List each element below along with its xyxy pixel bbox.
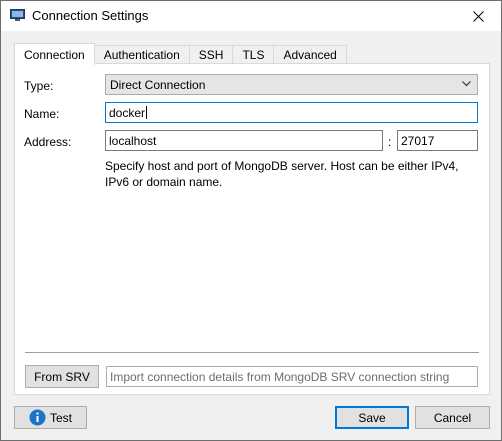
from-srv-button[interactable]: From SRV xyxy=(25,365,99,388)
srv-divider xyxy=(25,352,479,353)
type-select-value: Direct Connection xyxy=(110,77,206,92)
text-caret xyxy=(146,106,148,119)
test-button[interactable]: Test xyxy=(14,406,87,429)
tab-tls[interactable]: TLS xyxy=(232,45,275,64)
close-button[interactable] xyxy=(455,1,501,31)
address-input-value: localhost xyxy=(109,133,157,148)
address-input[interactable]: localhost xyxy=(105,130,383,151)
test-button-label: Test xyxy=(49,410,72,425)
tab-strip: Connection Authentication SSH TLS Advanc… xyxy=(14,43,347,65)
type-select[interactable]: Direct Connection xyxy=(105,74,478,95)
connection-settings-dialog: Connection Settings Connection Authentic… xyxy=(0,0,502,441)
tab-authentication[interactable]: Authentication xyxy=(93,45,190,64)
srv-input-placeholder: Import connection details from MongoDB S… xyxy=(110,369,450,384)
type-label: Type: xyxy=(24,79,54,93)
monitor-icon xyxy=(10,9,25,21)
close-icon xyxy=(472,10,484,22)
address-hint: Specify host and port of MongoDB server.… xyxy=(105,159,459,189)
title-bar: Connection Settings xyxy=(1,1,501,31)
port-separator: : xyxy=(388,135,392,149)
tab-advanced[interactable]: Advanced xyxy=(273,45,347,64)
window-title: Connection Settings xyxy=(32,8,149,23)
name-input-value: docker xyxy=(109,105,146,120)
save-button[interactable]: Save xyxy=(335,406,409,429)
port-input[interactable]: 27017 xyxy=(397,130,478,151)
port-input-value: 27017 xyxy=(401,133,435,148)
cancel-button[interactable]: Cancel xyxy=(415,406,490,429)
name-input[interactable]: docker xyxy=(105,102,478,123)
chevron-down-icon xyxy=(462,81,471,87)
tab-ssh[interactable]: SSH xyxy=(188,45,234,64)
info-icon xyxy=(29,409,46,426)
tab-connection[interactable]: Connection xyxy=(14,43,95,65)
srv-connection-string-input[interactable]: Import connection details from MongoDB S… xyxy=(106,366,478,387)
name-label: Name: xyxy=(24,107,60,121)
address-label: Address: xyxy=(24,135,72,149)
connection-panel: Type: Direct Connection Name: docker Add… xyxy=(14,63,490,395)
